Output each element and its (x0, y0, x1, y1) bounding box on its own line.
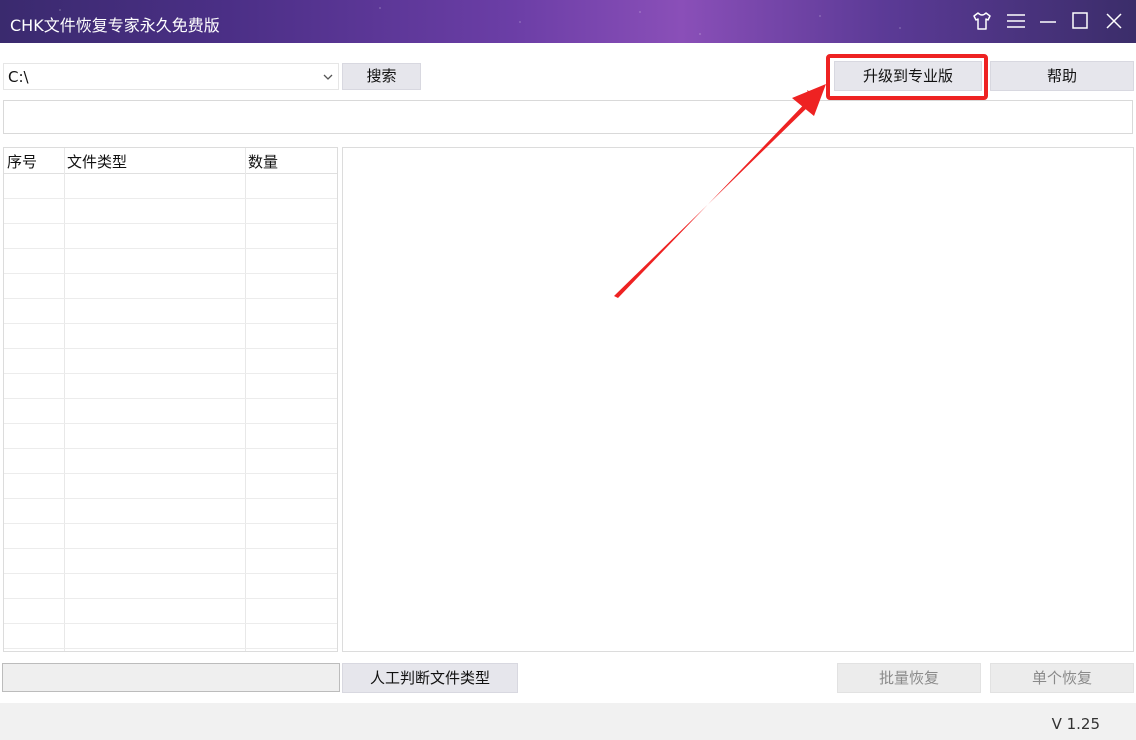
batch-recover-button[interactable]: 批量恢复 (837, 663, 981, 693)
drive-select-value: C:\ (8, 68, 29, 86)
table-header: 序号 文件类型 数量 (4, 148, 337, 174)
status-bar: V 1.25 (0, 703, 1136, 740)
help-button[interactable]: 帮助 (990, 61, 1134, 91)
minimize-icon[interactable] (1036, 9, 1060, 33)
maximize-icon[interactable] (1068, 9, 1092, 33)
table-row-line (4, 323, 337, 324)
table-row-line (4, 298, 337, 299)
table-row-line (4, 573, 337, 574)
version-label: V 1.25 (1051, 715, 1100, 733)
table-row-line (4, 598, 337, 599)
table-row-line (4, 473, 337, 474)
table-row-line (4, 423, 337, 424)
table-row-line (4, 623, 337, 624)
skin-icon[interactable] (970, 9, 994, 33)
close-icon[interactable] (1102, 9, 1126, 33)
column-header-count[interactable]: 数量 (248, 151, 278, 172)
file-type-input[interactable] (2, 663, 340, 692)
drive-select[interactable]: C:\ (3, 63, 339, 90)
single-recover-button[interactable]: 单个恢复 (990, 663, 1134, 693)
table-row-line (4, 398, 337, 399)
table-row-line (4, 523, 337, 524)
menu-icon[interactable] (1004, 9, 1028, 33)
table-row-line (4, 648, 337, 649)
table-row-line (4, 198, 337, 199)
table-row-line (4, 248, 337, 249)
path-field[interactable] (3, 100, 1133, 134)
file-type-table[interactable]: 序号 文件类型 数量 (3, 147, 338, 652)
table-row-line (4, 498, 337, 499)
column-header-type[interactable]: 文件类型 (67, 151, 127, 172)
table-row-line (4, 373, 337, 374)
annotation-arrow (614, 84, 826, 298)
table-row-line (4, 223, 337, 224)
table-row-line (4, 448, 337, 449)
search-button[interactable]: 搜索 (342, 63, 421, 90)
annotation-highlight-box (826, 54, 988, 100)
table-row-line (4, 273, 337, 274)
window-title: CHK文件恢复专家永久免费版 (10, 16, 220, 35)
table-row-line (4, 548, 337, 549)
column-header-index[interactable]: 序号 (7, 151, 37, 172)
title-bar: CHK文件恢复专家永久免费版 (0, 0, 1136, 43)
table-row-line (4, 348, 337, 349)
manual-file-type-button[interactable]: 人工判断文件类型 (342, 663, 518, 693)
chevron-down-icon (323, 74, 333, 80)
